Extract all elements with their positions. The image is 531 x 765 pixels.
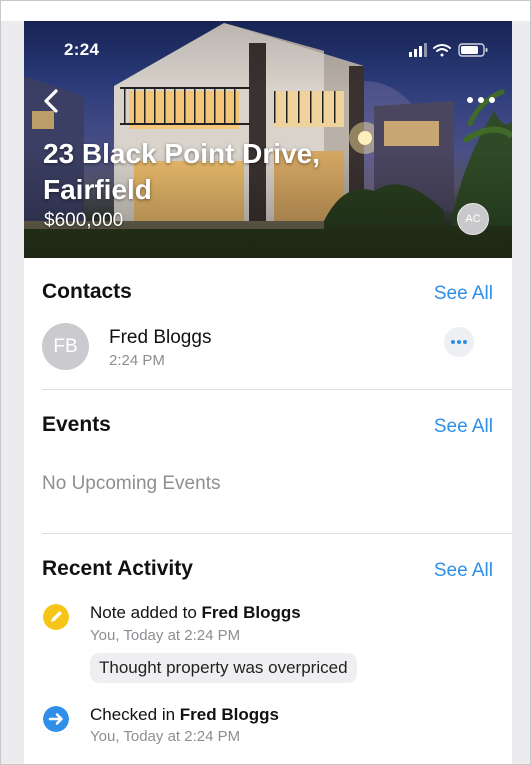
battery-icon	[458, 43, 488, 57]
activity-meta: You, Today at 2:24 PM	[90, 627, 241, 644]
app-screen: 2:24 23 Black Point Drive, Fairfield $60…	[24, 21, 512, 764]
activity-note: Thought property was overpriced	[90, 653, 357, 683]
dot-icon	[457, 340, 461, 344]
activity-title[interactable]: Note added to Fred Bloggs	[90, 603, 301, 623]
contacts-heading: Contacts	[42, 280, 132, 303]
dot-icon	[451, 340, 455, 344]
contact-time: 2:24 PM	[109, 352, 165, 369]
activity-meta: You, Today at 2:24 PM	[90, 728, 241, 745]
status-time: 2:24	[64, 40, 100, 59]
device-frame: 2:24 23 Black Point Drive, Fairfield $60…	[0, 0, 531, 765]
activity-prefix: Note added to	[90, 603, 202, 622]
property-hero-image: 2:24 23 Black Point Drive, Fairfield $60…	[24, 21, 512, 258]
top-strip	[1, 1, 530, 21]
activity-prefix: Checked in	[90, 705, 180, 724]
events-heading: Events	[42, 413, 111, 436]
activity-title[interactable]: Checked in Fred Bloggs	[90, 705, 279, 725]
property-price: $600,000	[44, 210, 124, 231]
pencil-icon	[43, 604, 69, 630]
agent-avatar[interactable]: AC	[457, 203, 489, 235]
signal-icon	[409, 43, 427, 57]
contact-more-button[interactable]	[444, 327, 474, 357]
property-address: 23 Black Point Drive, Fairfield	[43, 138, 321, 205]
activity-see-all-link[interactable]: See All	[434, 560, 493, 582]
recent-activity-heading: Recent Activity	[42, 557, 193, 580]
dot-icon	[463, 340, 467, 344]
contact-name[interactable]: Fred Bloggs	[109, 327, 211, 349]
activity-contact-name: Fred Bloggs	[201, 603, 301, 622]
wifi-icon	[433, 44, 451, 57]
activity-contact-name: Fred Bloggs	[179, 705, 279, 724]
contacts-see-all-link[interactable]: See All	[434, 283, 493, 305]
contact-avatar[interactable]: FB	[42, 323, 89, 370]
back-chevron-icon[interactable]	[38, 85, 64, 117]
section-divider	[42, 533, 512, 534]
events-empty-state: No Upcoming Events	[42, 473, 221, 494]
more-options-icon[interactable]	[464, 93, 498, 107]
events-see-all-link[interactable]: See All	[434, 416, 493, 438]
arrow-right-icon	[43, 706, 69, 732]
status-icons	[409, 43, 488, 57]
section-divider	[42, 389, 512, 390]
